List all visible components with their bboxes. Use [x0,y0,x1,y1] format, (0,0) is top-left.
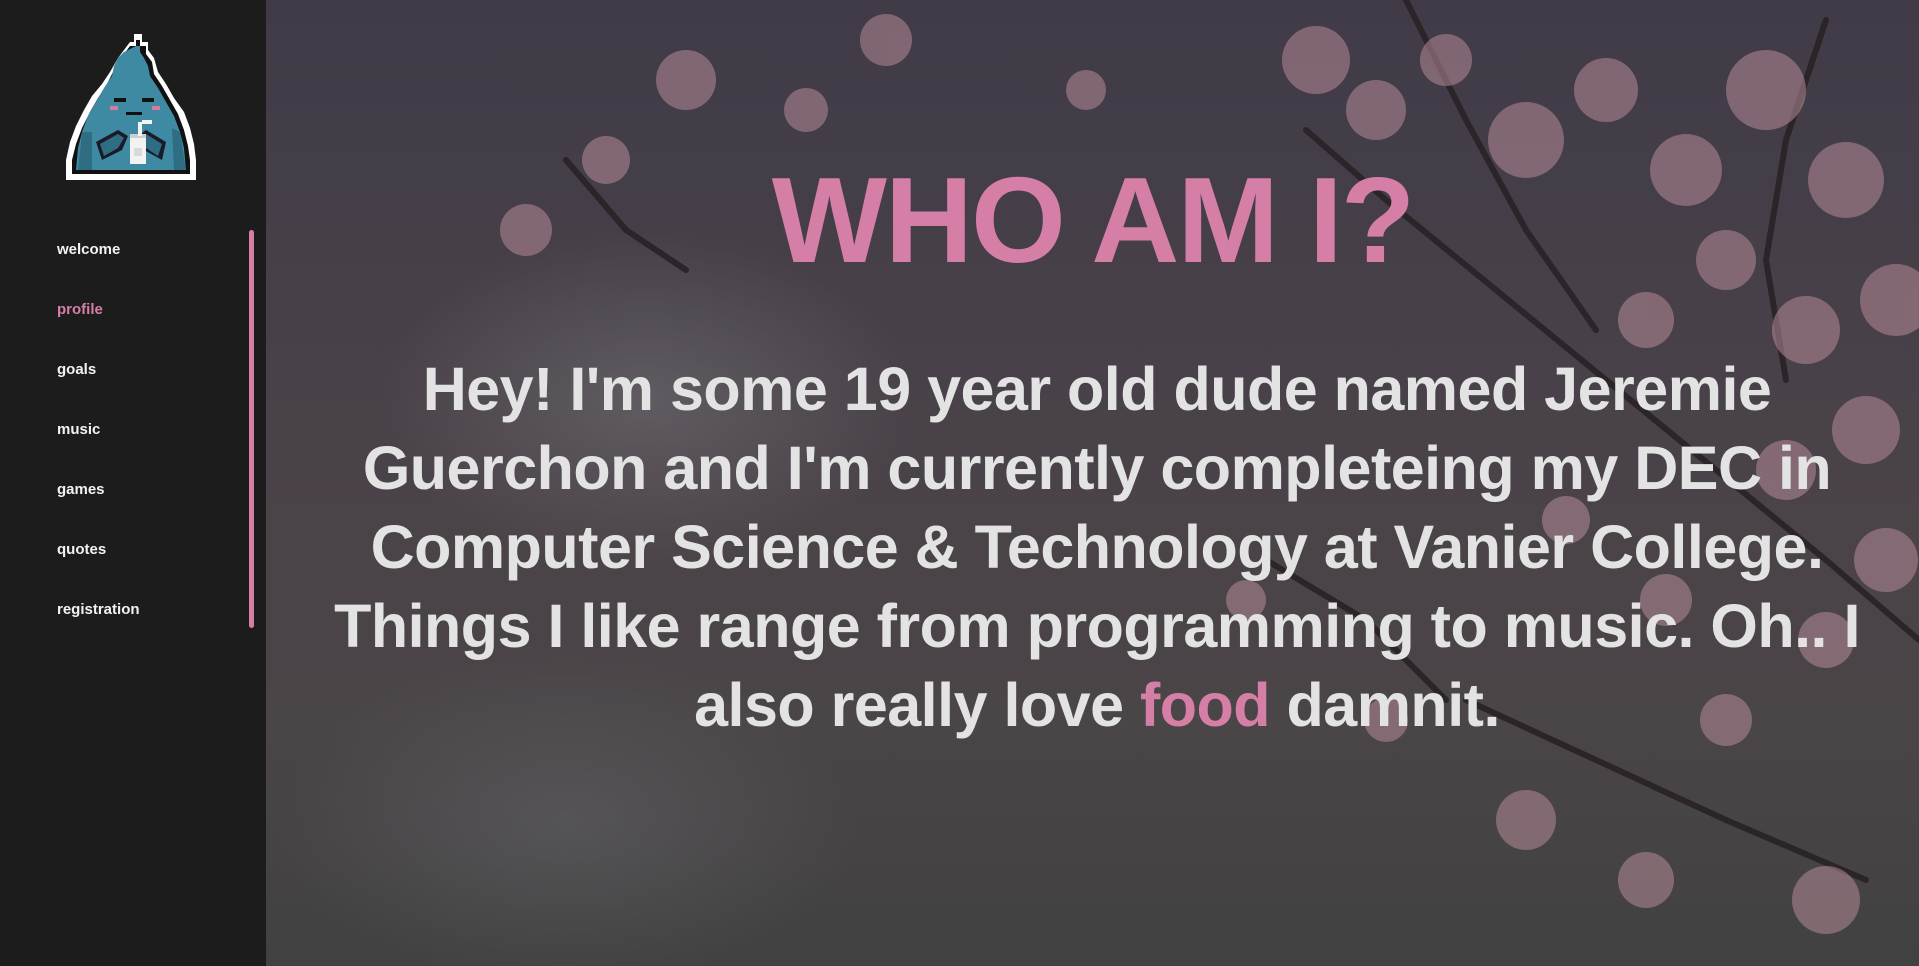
nav-item-registration[interactable]: registration [57,590,140,650]
sidebar: welcome profile goals music games quotes… [0,0,266,966]
nav-item-profile[interactable]: profile [57,290,140,350]
nav-scroll-indicator [249,230,254,628]
nav-item-quotes[interactable]: quotes [57,530,140,590]
bio-highlight: food [1139,671,1271,739]
bio-text: Hey! I'm some 19 year old dude named Jer… [334,355,1860,739]
pixel-mascot-icon[interactable] [62,32,214,190]
nav-item-games[interactable]: games [57,470,140,530]
nav-item-music[interactable]: music [57,410,140,470]
bio-paragraph: Hey! I'm some 19 year old dude named Jer… [332,350,1862,745]
bio-text-end: damnit. [1270,671,1501,739]
nav-item-welcome[interactable]: welcome [57,230,140,290]
sidebar-nav: welcome profile goals music games quotes… [57,230,140,650]
main-content: WHO AM I? Hey! I'm some 19 year old dude… [266,0,1919,966]
page-title: WHO AM I? [771,152,1416,288]
nav-item-goals[interactable]: goals [57,350,140,410]
